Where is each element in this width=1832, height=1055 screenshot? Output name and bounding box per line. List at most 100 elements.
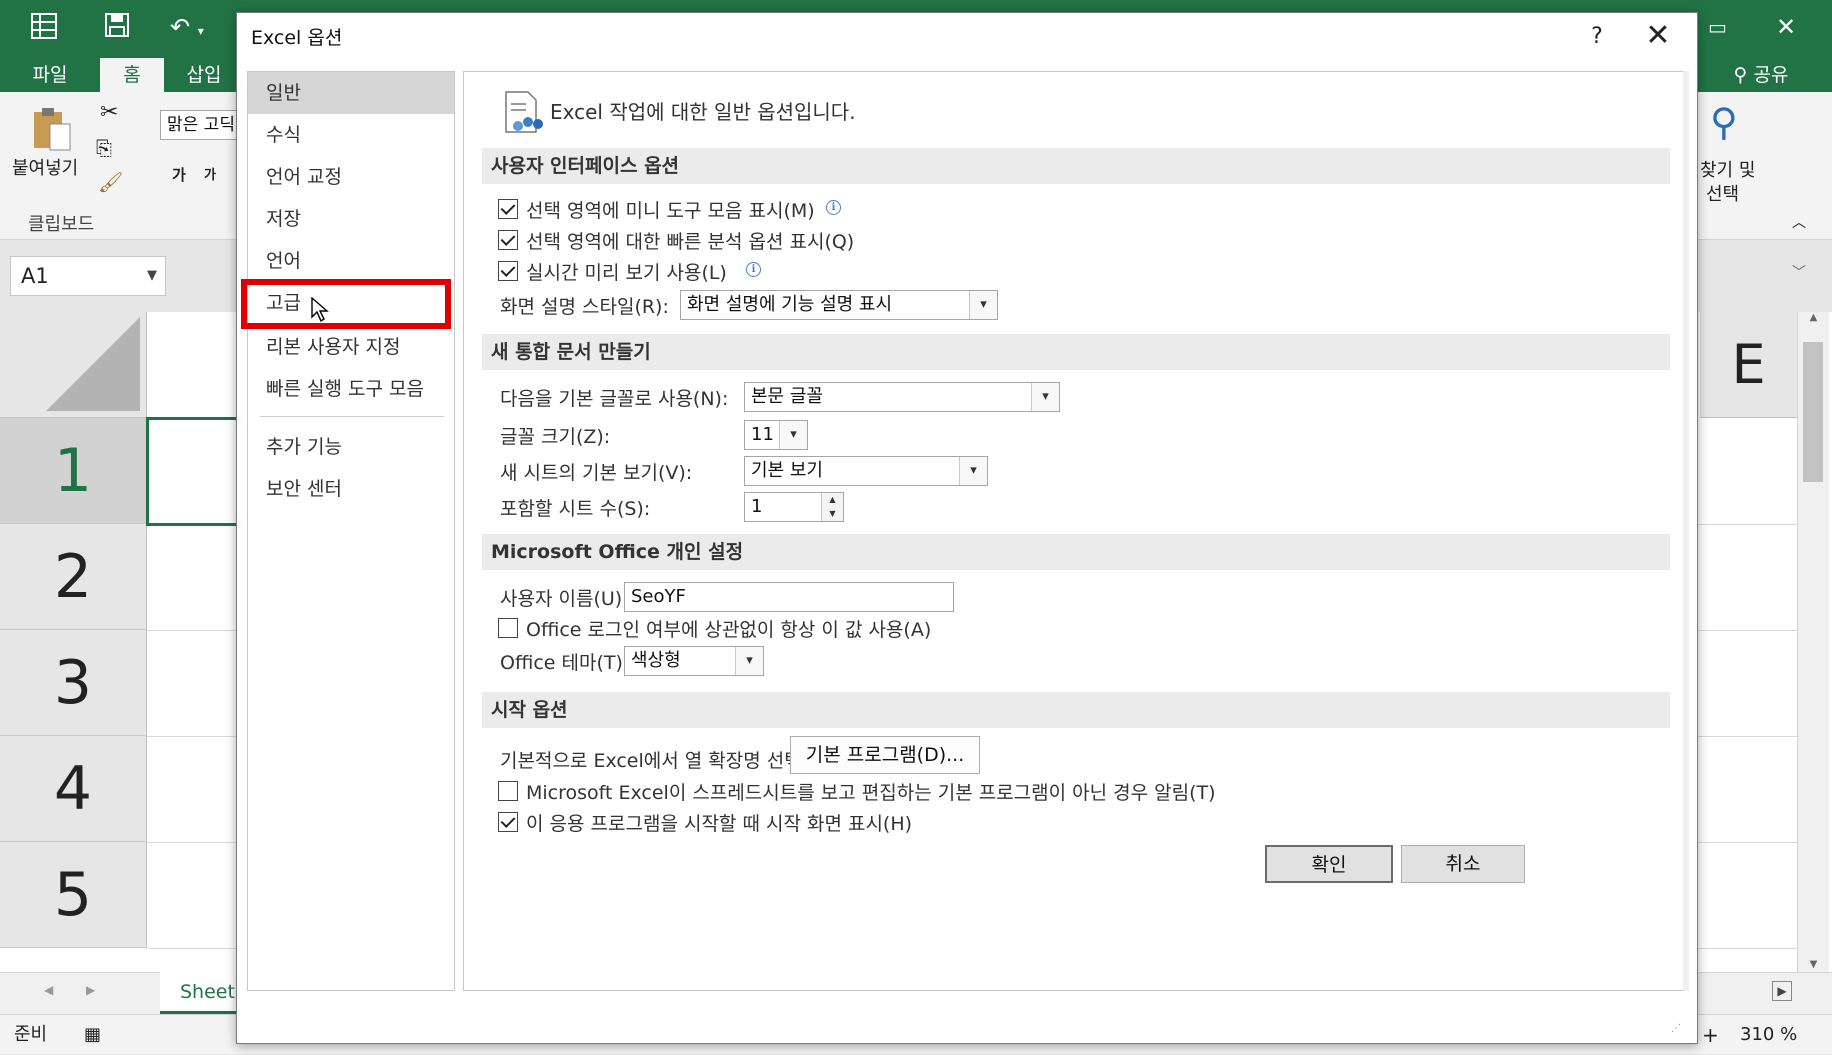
tab-home[interactable]: 홈 <box>100 58 164 92</box>
default-view-label: 새 시트의 기본 보기(V): <box>500 462 693 484</box>
tab-insert[interactable]: 삽입 <box>172 58 236 92</box>
sheet-prev-icon[interactable]: ◀ <box>44 983 53 997</box>
font-shrink-icon[interactable]: 가 <box>204 164 216 183</box>
hscroll-right-icon[interactable]: ▶ <box>1772 981 1792 1001</box>
info-icon[interactable]: i <box>826 200 841 215</box>
scroll-up-icon[interactable]: ▲ <box>1798 312 1829 323</box>
notify-default-label[interactable]: Microsoft Excel이 스프레드시트를 보고 편집하는 기본 프로그램… <box>526 778 1216 805</box>
sheet-next-icon[interactable]: ▶ <box>86 983 95 997</box>
default-view-select[interactable]: 기본 보기 ▾ <box>744 456 988 486</box>
macro-record-icon[interactable]: ▦ <box>84 1015 101 1055</box>
font-grow-icon[interactable]: 가 <box>172 164 186 185</box>
quick-analysis-label[interactable]: 선택 영역에 대한 빠른 분석 옵션 표시(Q) <box>526 227 854 254</box>
window-close-icon[interactable]: ✕ <box>1776 12 1796 42</box>
paste-icon[interactable] <box>30 104 74 157</box>
page-header: Excel 작업에 대한 일반 옵션입니다. <box>550 100 856 124</box>
live-preview-label[interactable]: 실시간 미리 보기 사용(L) <box>526 258 727 285</box>
scroll-thumb[interactable] <box>1803 342 1823 482</box>
nav-item-general[interactable]: 일반 <box>248 72 454 114</box>
zoom-level[interactable]: 310 % <box>1740 1015 1797 1055</box>
help-icon[interactable]: ? <box>1577 19 1617 55</box>
font-name-box[interactable]: 맑은 고딕 <box>160 110 240 140</box>
scroll-down-icon[interactable]: ▼ <box>1798 959 1829 970</box>
content-scrollbar[interactable] <box>1683 71 1689 991</box>
spinner-buttons[interactable]: ▲ ▼ <box>821 493 843 521</box>
screentip-style-label: 화면 설명 스타일(R): <box>500 296 669 318</box>
nav-item-quick-access-toolbar[interactable]: 빠른 실행 도구 모음 <box>248 368 454 410</box>
nav-item-add-ins[interactable]: 추가 기능 <box>248 426 454 468</box>
font-size-label: 글꼴 크기(Z): <box>500 426 611 448</box>
find-label[interactable]: 찾기 및 <box>1700 156 1755 182</box>
row-header[interactable]: 2 <box>0 524 147 630</box>
expand-formula-icon[interactable]: ﹀ <box>1792 262 1806 282</box>
restore-icon[interactable]: ▭ <box>1708 12 1727 42</box>
general-options-icon <box>502 90 544 140</box>
user-name-label: 사용자 이름(U): <box>500 588 629 610</box>
chevron-down-icon: ▾ <box>735 647 763 675</box>
cancel-button[interactable]: 취소 <box>1401 845 1525 883</box>
zoom-in-icon[interactable]: + <box>1702 1015 1719 1055</box>
options-nav: 일반 수식 언어 교정 저장 언어 고급 리본 사용자 지정 빠른 실행 도구 … <box>247 71 455 991</box>
nav-item-language[interactable]: 언어 <box>248 240 454 282</box>
default-programs-button[interactable]: 기본 프로그램(D)... <box>790 736 980 774</box>
spin-down-icon[interactable]: ▼ <box>822 507 843 521</box>
row-header[interactable]: 3 <box>0 630 147 736</box>
undo-icon[interactable]: ↶ ▾ <box>170 12 204 46</box>
cut-icon[interactable]: ✂ <box>100 100 118 125</box>
section-new-workbook: 새 통합 문서 만들기 <box>482 334 1670 370</box>
excel-app-icon[interactable] <box>30 12 58 47</box>
dialog-title: Excel 옵션 <box>251 27 343 49</box>
status-text: 준비 <box>14 1024 48 1045</box>
nav-item-save[interactable]: 저장 <box>248 198 454 240</box>
spin-up-icon[interactable]: ▲ <box>822 493 843 507</box>
tab-file[interactable]: 파일 <box>18 58 82 92</box>
extensions-label: 기본적으로 Excel에서 열 확장명 선택: <box>500 750 809 772</box>
sheet-count-spinner[interactable]: 1 ▲ ▼ <box>744 492 844 522</box>
collapse-ribbon-icon[interactable]: ︿ <box>1792 212 1806 232</box>
notify-default-checkbox[interactable] <box>498 781 518 801</box>
paste-label[interactable]: 붙여넣기 <box>12 154 78 180</box>
office-theme-select[interactable]: 색상형 ▾ <box>624 646 764 676</box>
active-cell[interactable] <box>146 417 241 526</box>
nav-item-proofing[interactable]: 언어 교정 <box>248 156 454 198</box>
find-icon[interactable]: ⚲ <box>1710 100 1738 144</box>
mini-toolbar-label[interactable]: 선택 영역에 미니 도구 모음 표시(M) <box>526 196 815 223</box>
nav-item-formulas[interactable]: 수식 <box>248 114 454 156</box>
select-all-corner[interactable] <box>0 312 147 418</box>
info-icon[interactable]: i <box>746 262 761 277</box>
section-ui-options: 사용자 인터페이스 옵션 <box>482 148 1670 184</box>
share-button[interactable]: ⚲ 공유 <box>1716 58 1806 92</box>
resize-grip-icon[interactable]: ⋰ <box>1671 1023 1681 1034</box>
mini-toolbar-checkbox[interactable] <box>498 199 518 219</box>
chevron-down-icon: ▼ <box>147 268 157 283</box>
font-size-select[interactable]: 11 ▾ <box>744 420 808 450</box>
start-screen-label[interactable]: 이 응용 프로그램을 시작할 때 시작 화면 표시(H) <box>526 809 912 836</box>
default-font-select[interactable]: 본문 글꼴 ▾ <box>744 382 1060 412</box>
screentip-style-select[interactable]: 화면 설명에 기능 설명 표시 ▾ <box>680 290 998 320</box>
copy-icon[interactable]: ⎘ <box>96 136 112 160</box>
quick-analysis-checkbox[interactable] <box>498 230 518 250</box>
format-painter-icon[interactable]: 🖌 <box>98 170 123 194</box>
close-icon[interactable]: ✕ <box>1633 19 1683 55</box>
always-use-values-label[interactable]: Office 로그인 여부에 상관없이 항상 이 값 사용(A) <box>526 615 931 642</box>
nav-separator <box>260 416 444 417</box>
office-theme-label: Office 테마(T): <box>500 652 630 674</box>
chevron-down-icon: ▾ <box>959 457 987 485</box>
live-preview-checkbox[interactable] <box>498 261 518 281</box>
row-header[interactable]: 4 <box>0 736 147 842</box>
always-use-values-checkbox[interactable] <box>498 618 518 638</box>
column-header-e[interactable]: E <box>1700 312 1797 418</box>
vertical-scrollbar[interactable]: ▲ ▼ <box>1797 312 1829 972</box>
row-header[interactable]: 5 <box>0 842 147 948</box>
default-font-label: 다음을 기본 글꼴로 사용(N): <box>500 388 729 410</box>
save-icon[interactable] <box>104 12 130 45</box>
select-label[interactable]: 선택 <box>1706 180 1739 206</box>
start-screen-checkbox[interactable] <box>498 812 518 832</box>
share-icon: ⚲ <box>1733 64 1754 86</box>
nav-item-trust-center[interactable]: 보안 센터 <box>248 468 454 510</box>
ok-button[interactable]: 확인 <box>1265 845 1393 883</box>
row-header[interactable]: 1 <box>0 418 147 524</box>
user-name-input[interactable]: SeoYF <box>624 582 954 612</box>
name-box[interactable]: A1 ▼ <box>10 256 166 296</box>
nav-item-customize-ribbon[interactable]: 리본 사용자 지정 <box>248 326 454 368</box>
